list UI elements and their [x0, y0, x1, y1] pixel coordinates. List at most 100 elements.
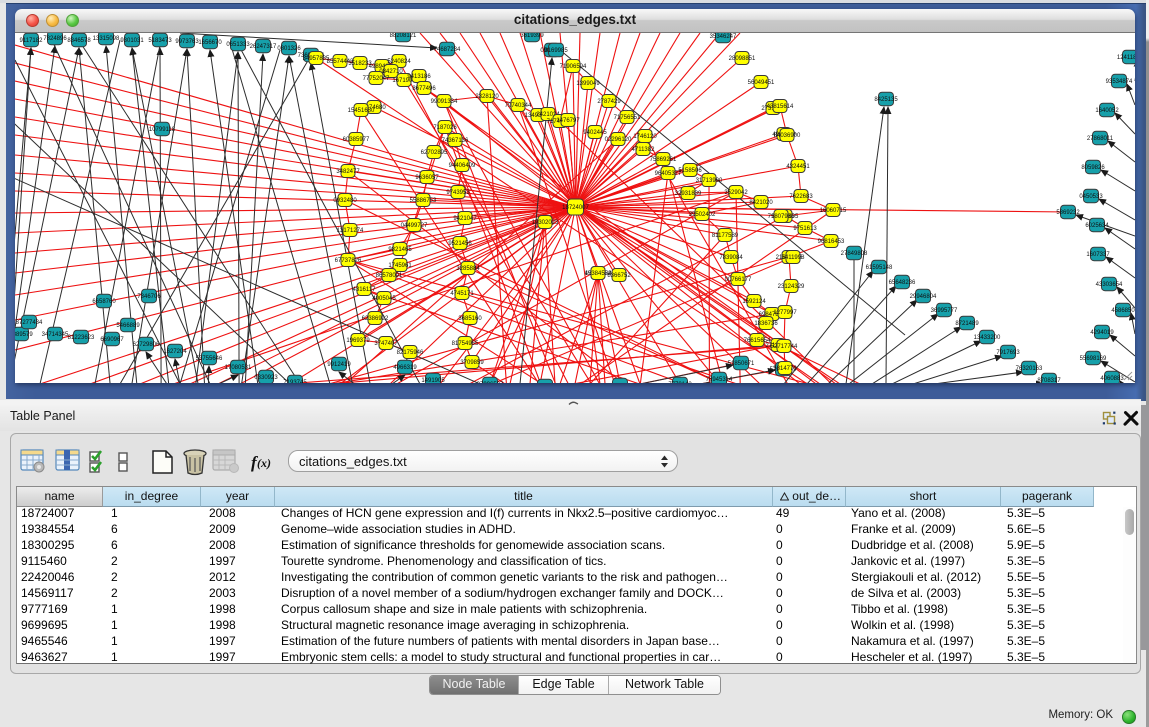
svg-text:7187026: 7187026 [433, 125, 457, 131]
svg-text:2787429: 2787429 [597, 99, 621, 105]
svg-text:7346706: 7346706 [137, 294, 161, 300]
svg-text:29946804: 29946804 [910, 294, 937, 300]
svg-text:32931839: 32931839 [675, 191, 702, 197]
svg-text:96816453: 96816453 [818, 239, 845, 245]
svg-text:7917693: 7917693 [996, 350, 1020, 356]
svg-text:43815614: 43815614 [767, 104, 794, 110]
svg-text:87277434: 87277434 [16, 320, 43, 326]
svg-text:9821465: 9821465 [388, 247, 412, 253]
svg-text:4324451: 4324451 [786, 164, 810, 170]
svg-text:26247317: 26247317 [250, 44, 277, 50]
svg-text:1746120: 1746120 [633, 134, 657, 140]
svg-text:8708317: 8708317 [1037, 378, 1061, 382]
svg-text:61595148: 61595148 [866, 265, 893, 271]
svg-text:81223623: 81223623 [68, 335, 95, 341]
svg-text:7839084: 7839084 [719, 255, 743, 261]
svg-text:9743953: 9743953 [446, 190, 470, 196]
svg-text:31713900: 31713900 [696, 178, 723, 184]
svg-text:8721489: 8721489 [955, 321, 979, 327]
svg-text:9751613: 9751613 [793, 226, 817, 232]
svg-text:1656670: 1656670 [198, 40, 222, 46]
svg-text:5183473: 5183473 [148, 38, 172, 44]
svg-text:04499727: 04499727 [401, 223, 428, 229]
svg-text:3747407: 3747407 [374, 341, 398, 347]
svg-text:2328120: 2328120 [475, 94, 499, 100]
svg-text:53755646: 53755646 [196, 356, 223, 362]
svg-text:93534874: 93534874 [1106, 79, 1133, 85]
svg-text:0932480: 0932480 [333, 198, 357, 204]
svg-text:62702895: 62702895 [421, 150, 448, 156]
svg-text:4294019: 4294019 [1090, 330, 1114, 336]
svg-text:9421047: 9421047 [453, 216, 477, 222]
svg-text:8425135: 8425135 [874, 97, 898, 103]
svg-text:12411824: 12411824 [1117, 55, 1135, 61]
svg-text:76945314: 76945314 [706, 377, 733, 382]
svg-text:51850671: 51850671 [728, 361, 755, 367]
svg-text:99091334: 99091334 [431, 99, 458, 105]
svg-text:7193745: 7193745 [283, 380, 307, 382]
svg-text:4711382: 4711382 [632, 147, 656, 153]
svg-text:28098851: 28098851 [729, 56, 756, 62]
svg-text:8059826: 8059826 [1081, 165, 1105, 171]
svg-text:9413186: 9413186 [407, 74, 431, 80]
svg-text:5466889: 5466889 [116, 323, 140, 329]
svg-text:1607337: 1607337 [1086, 252, 1110, 258]
svg-text:1836736: 1836736 [754, 321, 778, 327]
svg-text:3482477: 3482477 [336, 169, 360, 175]
svg-text:39502402: 39502402 [689, 212, 716, 218]
svg-text:9912419: 9912419 [327, 362, 351, 368]
svg-text:4586850: 4586850 [1111, 308, 1135, 314]
svg-text:23124329: 23124329 [778, 284, 805, 290]
svg-text:1969379: 1969379 [346, 338, 370, 344]
svg-text:9521456: 9521456 [448, 241, 472, 247]
svg-text:7824896: 7824896 [43, 36, 67, 42]
svg-text:9117182: 9117182 [20, 38, 44, 44]
svg-text:0651333: 0651333 [226, 42, 250, 48]
svg-text:27868011: 27868011 [1087, 136, 1114, 142]
svg-text:5158506: 5158506 [678, 168, 702, 174]
svg-text:6658760: 6658760 [92, 299, 116, 305]
svg-text:3285884: 3285884 [456, 266, 480, 272]
svg-text:1277997: 1277997 [773, 310, 797, 316]
svg-text:3529042: 3529042 [724, 190, 748, 196]
svg-text:9402445: 9402445 [583, 130, 607, 136]
svg-text:79807935: 79807935 [768, 214, 795, 220]
svg-text:0330923: 0330923 [254, 375, 278, 381]
svg-text:4966319: 4966319 [393, 365, 417, 371]
svg-text:74367136: 74367136 [442, 138, 469, 144]
svg-text:6025634: 6025634 [1085, 223, 1109, 229]
svg-text:81177589: 81177589 [712, 233, 739, 239]
svg-text:1476797: 1476797 [556, 118, 580, 124]
svg-text:52717744: 52717744 [771, 344, 798, 350]
svg-text:9301031: 9301031 [120, 38, 144, 44]
svg-text:8421020: 8421020 [749, 200, 773, 206]
svg-text:17080531: 17080531 [225, 365, 252, 371]
svg-text:7889579: 7889579 [15, 332, 33, 338]
svg-text:0450533: 0450533 [1079, 194, 1103, 200]
svg-text:65648236: 65648236 [889, 280, 916, 286]
svg-text:36995777: 36995777 [931, 308, 958, 314]
svg-text:34714345: 34714345 [42, 332, 69, 338]
svg-text:4060883: 4060883 [1100, 376, 1124, 382]
svg-text:60385977: 60385977 [343, 137, 370, 143]
svg-text:35346247: 35346247 [710, 34, 737, 40]
svg-text:76320163: 76320163 [1016, 366, 1043, 372]
svg-text:18724007: 18724007 [562, 205, 589, 211]
svg-text:1399049: 1399049 [576, 81, 600, 87]
svg-text:77752047: 77752047 [363, 76, 390, 82]
svg-text:8346578: 8346578 [67, 38, 91, 44]
svg-text:5869232: 5869232 [1056, 210, 1080, 216]
svg-text:88208121: 88208121 [390, 33, 417, 39]
svg-text:81754965: 81754965 [452, 341, 479, 347]
svg-text:13433200: 13433200 [974, 335, 1001, 341]
svg-text:27849808: 27849808 [841, 251, 868, 257]
svg-text:55886753: 55886753 [410, 198, 437, 204]
svg-text:74687234: 74687234 [434, 47, 461, 53]
svg-text:86578091: 86578091 [376, 273, 403, 279]
svg-text:4316117: 4316117 [353, 287, 377, 293]
svg-text:13171274: 13171274 [337, 228, 364, 234]
svg-text:0801326: 0801326 [277, 46, 301, 52]
svg-text:62729806: 62729806 [133, 342, 160, 348]
svg-text:4745171: 4745171 [450, 291, 474, 297]
svg-text:19302023: 19302023 [532, 220, 559, 226]
